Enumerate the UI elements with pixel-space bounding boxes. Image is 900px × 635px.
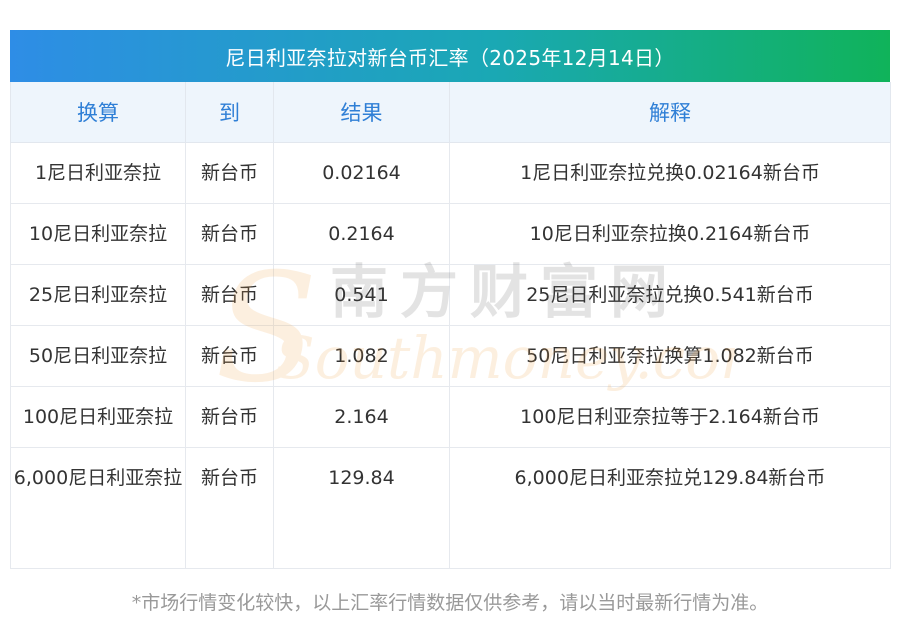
exchange-rate-page: 尼日利亚奈拉对新台币汇率（2025年12月14日） 换算 到 结果 解释 1尼日… — [0, 0, 900, 635]
cell-to: 新台币 — [185, 447, 274, 569]
cell-result: 0.2164 — [273, 203, 450, 265]
cell-to: 新台币 — [185, 142, 274, 204]
table-row: 100尼日利亚奈拉 新台币 2.164 100尼日利亚奈拉等于2.164新台币 — [10, 386, 891, 448]
cell-to: 新台币 — [185, 386, 274, 448]
cell-explain: 100尼日利亚奈拉等于2.164新台币 — [449, 386, 891, 448]
table-row: 10尼日利亚奈拉 新台币 0.2164 10尼日利亚奈拉换0.2164新台币 — [10, 203, 891, 265]
cell-to: 新台币 — [185, 264, 274, 326]
header-convert: 换算 — [10, 82, 186, 143]
exchange-rate-table: 换算 到 结果 解释 1尼日利亚奈拉 新台币 0.02164 1尼日利亚奈拉兑换… — [10, 82, 891, 569]
table-header-row: 换算 到 结果 解释 — [10, 82, 891, 143]
cell-amount: 10尼日利亚奈拉 — [10, 203, 186, 265]
table-row: 1尼日利亚奈拉 新台币 0.02164 1尼日利亚奈拉兑换0.02164新台币 — [10, 142, 891, 204]
cell-explain: 25尼日利亚奈拉兑换0.541新台币 — [449, 264, 891, 326]
cell-result: 2.164 — [273, 386, 450, 448]
cell-explain: 6,000尼日利亚奈拉兑129.84新台币 — [449, 447, 891, 569]
cell-result: 129.84 — [273, 447, 450, 569]
table-row: 6,000尼日利亚奈拉 新台币 129.84 6,000尼日利亚奈拉兑129.8… — [10, 447, 891, 569]
cell-explain: 50尼日利亚奈拉换算1.082新台币 — [449, 325, 891, 387]
cell-result: 0.541 — [273, 264, 450, 326]
cell-result: 1.082 — [273, 325, 450, 387]
cell-amount: 25尼日利亚奈拉 — [10, 264, 186, 326]
header-result: 结果 — [273, 82, 450, 143]
table-row: 25尼日利亚奈拉 新台币 0.541 25尼日利亚奈拉兑换0.541新台币 — [10, 264, 891, 326]
cell-explain: 1尼日利亚奈拉兑换0.02164新台币 — [449, 142, 891, 204]
table-row: 50尼日利亚奈拉 新台币 1.082 50尼日利亚奈拉换算1.082新台币 — [10, 325, 891, 387]
header-to: 到 — [185, 82, 274, 143]
page-title-text: 尼日利亚奈拉对新台币汇率（2025年12月14日） — [225, 45, 675, 70]
page-title: 尼日利亚奈拉对新台币汇率（2025年12月14日） — [10, 30, 890, 82]
cell-result: 0.02164 — [273, 142, 450, 204]
header-explain: 解释 — [449, 82, 891, 143]
cell-amount: 100尼日利亚奈拉 — [10, 386, 186, 448]
cell-amount: 50尼日利亚奈拉 — [10, 325, 186, 387]
cell-amount: 6,000尼日利亚奈拉 — [10, 447, 186, 569]
cell-amount: 1尼日利亚奈拉 — [10, 142, 186, 204]
disclaimer-footnote: *市场行情变化较快，以上汇率行情数据仅供参考，请以当时最新行情为准。 — [131, 592, 769, 614]
cell-to: 新台币 — [185, 203, 274, 265]
cell-to: 新台币 — [185, 325, 274, 387]
cell-explain: 10尼日利亚奈拉换0.2164新台币 — [449, 203, 891, 265]
